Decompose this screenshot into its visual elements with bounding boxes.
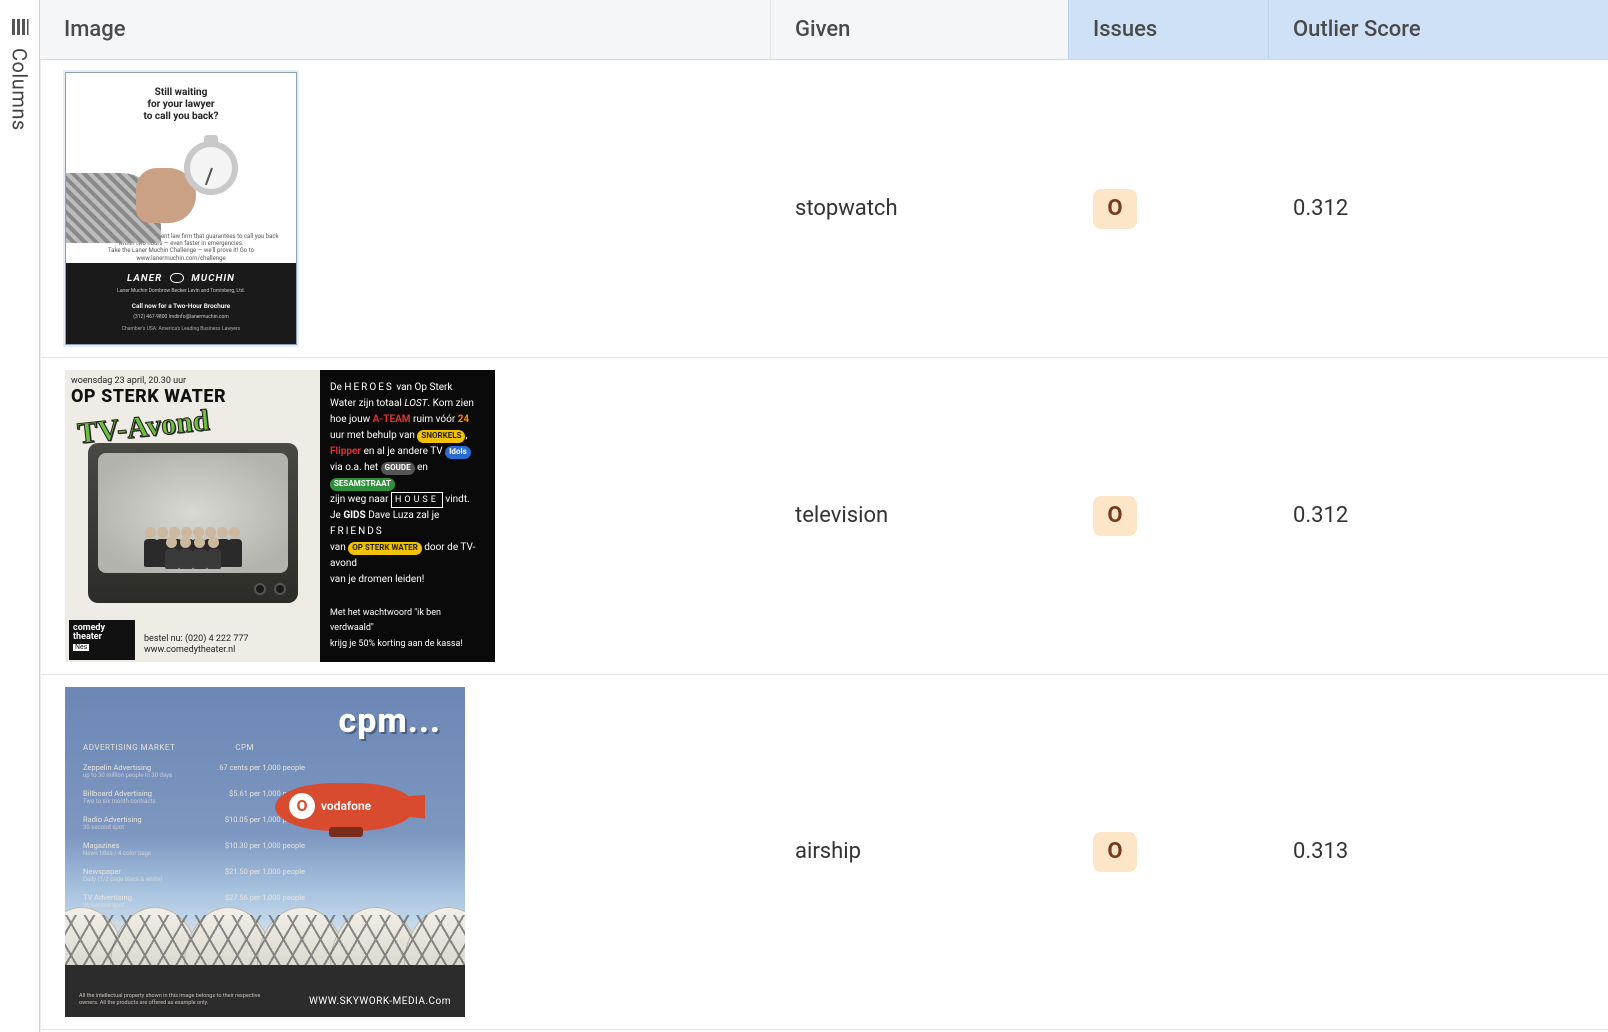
- stopwatch-icon: [184, 141, 238, 195]
- cell-score: 0.312: [1269, 184, 1608, 233]
- given-value: stopwatch: [795, 196, 898, 221]
- header-issues-label: Issues: [1093, 17, 1157, 42]
- columns-icon: [11, 18, 29, 40]
- television-icon: [88, 443, 298, 603]
- table-body[interactable]: Still waiting for your lawyer to call yo…: [40, 60, 1608, 1032]
- header-image-label: Image: [64, 17, 126, 42]
- thumb2-dateline: woensdag 23 april, 20.30 uur: [71, 376, 314, 386]
- thumb1-headline-1: Still waiting: [155, 87, 208, 98]
- issue-badge-outlier[interactable]: O: [1093, 189, 1137, 229]
- issue-badge-outlier[interactable]: O: [1093, 832, 1137, 872]
- score-value: 0.312: [1293, 196, 1348, 221]
- thumb3-url: WWW.SKYWORK-MEDIA.Com: [309, 996, 451, 1007]
- score-value: 0.313: [1293, 839, 1348, 864]
- thumb2-booking: bestel nu: (020) 4 222 777 www.comedythe…: [144, 634, 314, 656]
- cell-score: 0.312: [1269, 491, 1608, 540]
- issue-badge-outlier[interactable]: O: [1093, 496, 1137, 536]
- header-score-label: Outlier Score: [1293, 17, 1421, 42]
- thumb1-cta: Call now for a Two-Hour Brochure: [74, 302, 288, 310]
- table-header: Image Given Issues Outlier Score: [40, 0, 1608, 60]
- cell-given: television: [771, 491, 1069, 540]
- cell-issues: O: [1069, 177, 1269, 241]
- thumb3-list: Zeppelin Advertisingup to 30 million peo…: [83, 763, 305, 919]
- image-thumbnail[interactable]: woensdag 23 april, 20.30 uur OP STERK WA…: [65, 370, 495, 662]
- thumb1-logo: LANER MUCHIN: [74, 273, 288, 284]
- thumb-cpm-airship: cpm... ADVERTISING MARKETCPM Zeppelin Ad…: [65, 687, 465, 1017]
- header-image[interactable]: Image: [40, 0, 770, 59]
- thumb3-disclaimer: All the intellectual property shown in t…: [79, 993, 279, 1006]
- thumb3-columns: ADVERTISING MARKETCPM: [83, 743, 254, 752]
- thumb1-foot: Chamber's USA: America's Leading Busines…: [74, 326, 288, 332]
- table-row[interactable]: cpm... ADVERTISING MARKETCPM Zeppelin Ad…: [41, 675, 1608, 1030]
- main-panel: Image Given Issues Outlier Score: [40, 0, 1608, 1032]
- score-value: 0.312: [1293, 503, 1348, 528]
- image-thumbnail[interactable]: cpm... ADVERTISING MARKETCPM Zeppelin Ad…: [65, 687, 465, 1017]
- cell-image: woensdag 23 april, 20.30 uur OP STERK WA…: [41, 358, 771, 674]
- hand-graphic: [66, 153, 206, 243]
- cell-given: stopwatch: [771, 184, 1069, 233]
- header-given-label: Given: [795, 17, 850, 42]
- image-thumbnail[interactable]: Still waiting for your lawyer to call yo…: [65, 72, 297, 345]
- app-root: Columns Image Given Issues Outlier Score: [0, 0, 1608, 1032]
- stadium-graphic: All the intellectual property shown in t…: [65, 907, 465, 1017]
- thumb3-hdr: cpm...: [339, 701, 441, 741]
- given-value: television: [795, 503, 888, 528]
- sidebar-columns-label: Columns: [8, 48, 32, 131]
- cell-image: cpm... ADVERTISING MARKETCPM Zeppelin Ad…: [41, 675, 771, 1029]
- cell-issues: O: [1069, 820, 1269, 884]
- thumb1-logo-sub: Laner Muchin Dombrow Becker Levin and To…: [74, 288, 288, 294]
- table-row[interactable]: woensdag 23 april, 20.30 uur OP STERK WA…: [41, 358, 1608, 675]
- thumb1-headline-3: to call you back?: [144, 111, 219, 122]
- airship-icon: O vodafone: [275, 783, 425, 841]
- thumb-tv-poster: woensdag 23 april, 20.30 uur OP STERK WA…: [65, 370, 495, 662]
- cell-given: airship: [771, 827, 1069, 876]
- sidebar-columns-tab[interactable]: Columns: [0, 0, 40, 1032]
- table-row[interactable]: Still waiting for your lawyer to call yo…: [41, 60, 1608, 358]
- comedy-theater-logo: comedy theater Nes: [69, 620, 135, 660]
- thumb1-phone: (312) 467-9800 lmdinfo@lanermuchin.com: [74, 314, 288, 320]
- header-given[interactable]: Given: [770, 0, 1068, 59]
- thumb2-blurb: De HEROES van Op Sterk Water zijn totaal…: [320, 370, 495, 662]
- header-outlier-score[interactable]: Outlier Score: [1268, 0, 1608, 59]
- header-issues[interactable]: Issues: [1068, 0, 1268, 59]
- thumb1-headline-2: for your lawyer: [147, 99, 214, 110]
- cell-issues: O: [1069, 484, 1269, 548]
- cell-score: 0.313: [1269, 827, 1608, 876]
- cell-image: Still waiting for your lawyer to call yo…: [41, 60, 771, 357]
- given-value: airship: [795, 839, 861, 864]
- thumb-stopwatch-ad: Still waiting for your lawyer to call yo…: [66, 73, 296, 344]
- thumb1-fineprint2: Take the Laner Muchin Challenge — we'll …: [108, 247, 254, 261]
